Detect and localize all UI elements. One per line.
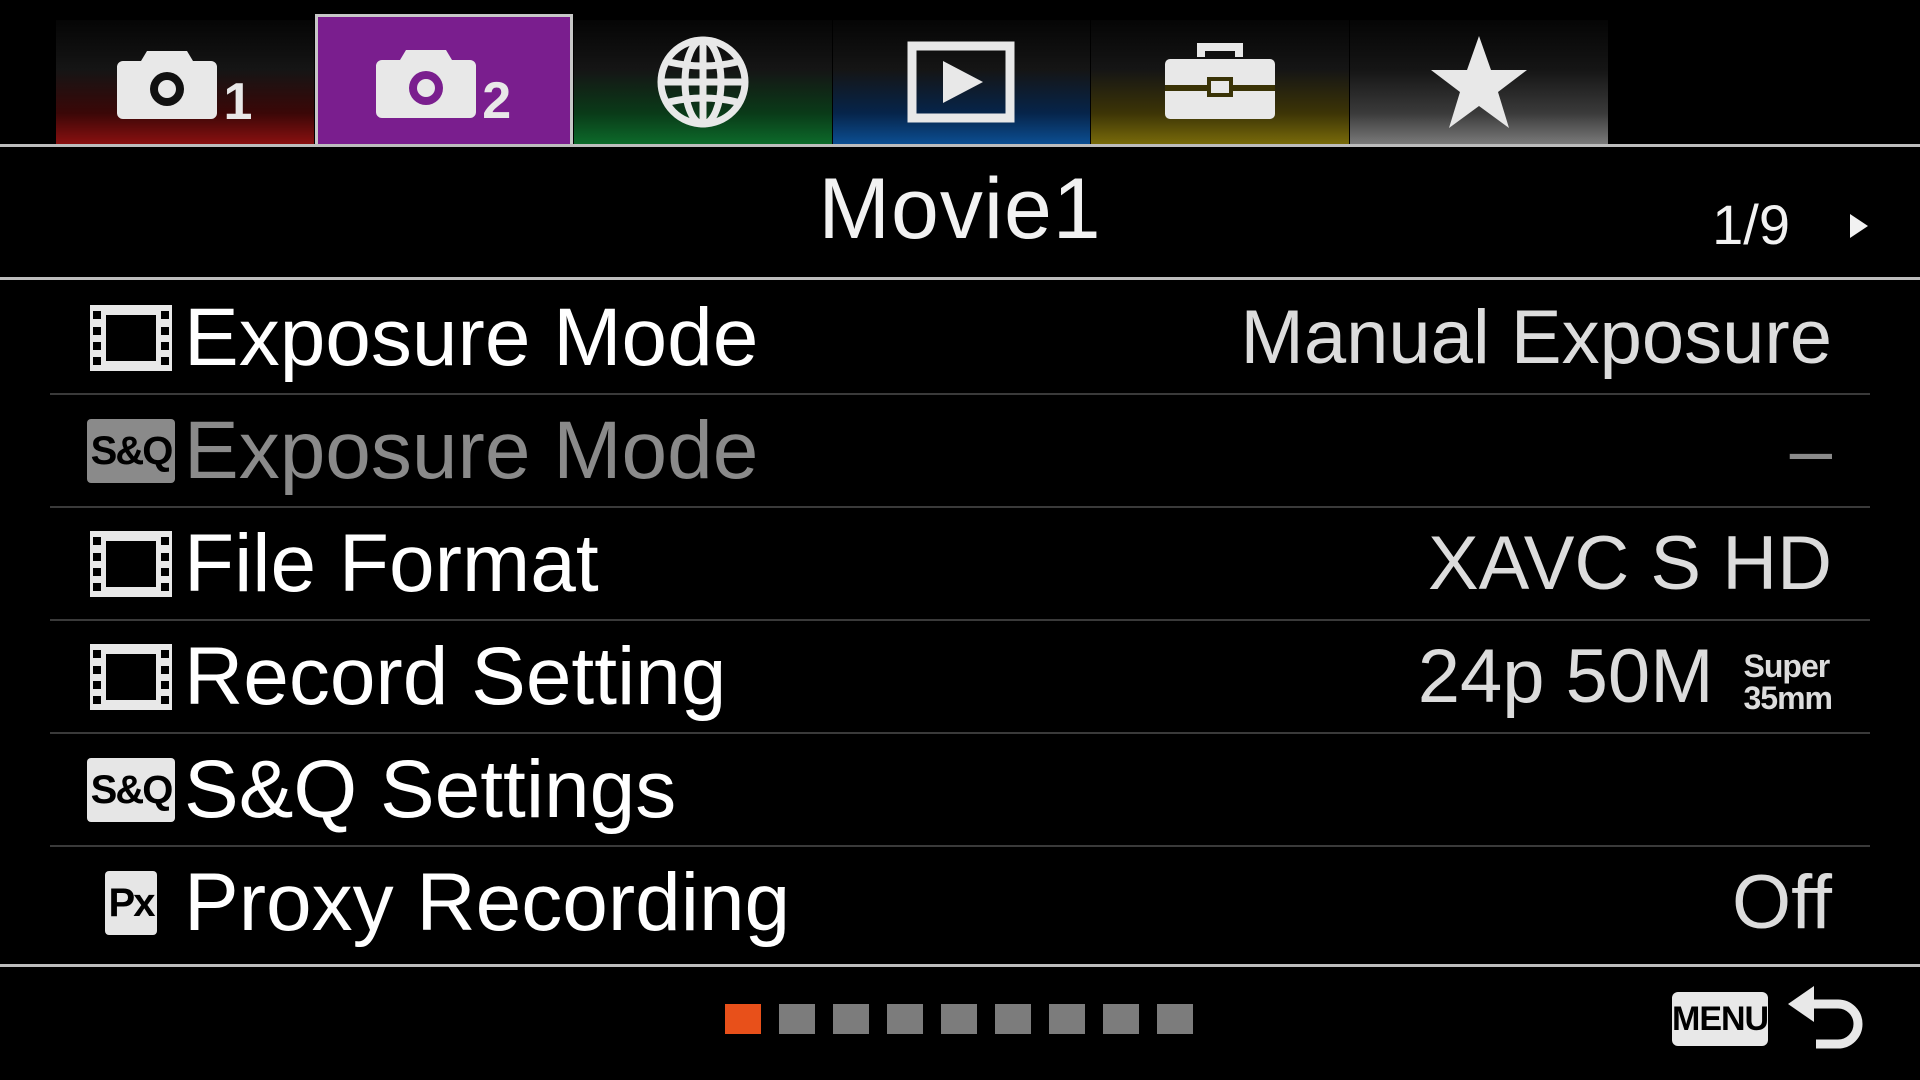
menu-row-label: Exposure Mode: [184, 404, 759, 496]
page-title: Movie1: [818, 161, 1102, 257]
menu-row-value: –: [1789, 408, 1832, 493]
film-icon: [90, 528, 172, 600]
tab-camera-1[interactable]: 1: [56, 20, 314, 144]
sq-icon: S&Q: [86, 754, 176, 826]
super35-indicator: Super 35mm: [1744, 650, 1833, 714]
page-dot[interactable]: [941, 1004, 977, 1034]
back-arrow-icon[interactable]: [1786, 982, 1866, 1065]
film-icon: [90, 641, 172, 713]
record-setting-value: 24p 50M: [1417, 634, 1714, 719]
camera-icon: [117, 51, 218, 119]
sq-badge-text: S&Q: [86, 757, 176, 822]
star-icon: [1431, 36, 1528, 128]
tab-my-menu[interactable]: [1350, 20, 1608, 144]
tab-network[interactable]: [573, 20, 832, 144]
tab-bar: 1 2: [56, 14, 1609, 144]
menu-row-value: Manual Exposure: [1240, 295, 1832, 380]
sq-badge-text: S&Q: [86, 418, 176, 483]
sq-icon: S&Q: [86, 415, 176, 487]
tab-number: 1: [223, 73, 253, 131]
page-dot[interactable]: [779, 1004, 815, 1034]
menu-row-label: S&Q Settings: [184, 743, 677, 835]
super35-top: Super: [1743, 647, 1831, 684]
globe-icon: [657, 36, 749, 128]
menu-row-record-setting[interactable]: Record Setting 24p 50M Super 35mm: [50, 621, 1870, 734]
menu-list: Exposure Mode Manual Exposure S&Q Exposu…: [50, 282, 1870, 958]
next-page-arrow-icon[interactable]: [1850, 214, 1868, 238]
page-dot[interactable]: [1103, 1004, 1139, 1034]
tab-camera-2[interactable]: 2: [314, 14, 573, 144]
title-divider: [0, 277, 1920, 280]
px-icon: Px: [90, 867, 172, 939]
page-dots: [725, 1004, 1211, 1034]
menu-row-sq-exposure-mode[interactable]: S&Q Exposure Mode –: [50, 395, 1870, 508]
tab-setup[interactable]: [1091, 20, 1350, 144]
page-dot[interactable]: [1049, 1004, 1085, 1034]
px-badge-text: Px: [104, 870, 158, 935]
menu-row-value: XAVC S HD: [1427, 521, 1832, 606]
menu-row-label: File Format: [184, 517, 599, 609]
menu-row-file-format[interactable]: File Format XAVC S HD: [50, 508, 1870, 621]
page-dot[interactable]: [887, 1004, 923, 1034]
page-dot[interactable]: [1157, 1004, 1193, 1034]
menu-row-sq-settings[interactable]: S&Q S&Q Settings: [50, 734, 1870, 847]
camera-menu-screen: 1 2 Movie1 1/9 Exposure Mode Manual Expo…: [0, 0, 1920, 1080]
menu-row-label: Record Setting: [184, 630, 727, 722]
menu-row-value: 24p 50M Super 35mm: [1417, 633, 1833, 720]
menu-row-exposure-mode[interactable]: Exposure Mode Manual Exposure: [50, 282, 1870, 395]
footer-divider: [0, 964, 1920, 967]
page-dot[interactable]: [833, 1004, 869, 1034]
film-icon: [90, 302, 172, 374]
super35-bottom: 35mm: [1743, 679, 1833, 716]
tab-divider: [0, 144, 1920, 147]
playback-icon: [907, 41, 1015, 123]
camera-icon: [376, 49, 477, 118]
menu-row-label: Proxy Recording: [184, 856, 791, 948]
page-indicator: 1/9: [1712, 193, 1790, 256]
page-dot[interactable]: [995, 1004, 1031, 1034]
menu-row-label: Exposure Mode: [184, 291, 759, 383]
menu-button[interactable]: MENU: [1672, 992, 1769, 1046]
tab-number: 2: [482, 71, 512, 130]
tab-playback[interactable]: [832, 20, 1091, 144]
page-dot[interactable]: [725, 1004, 761, 1034]
menu-row-proxy-recording[interactable]: Px Proxy Recording Off: [50, 847, 1870, 958]
toolbox-icon: [1165, 43, 1276, 119]
menu-row-value: Off: [1732, 860, 1832, 945]
